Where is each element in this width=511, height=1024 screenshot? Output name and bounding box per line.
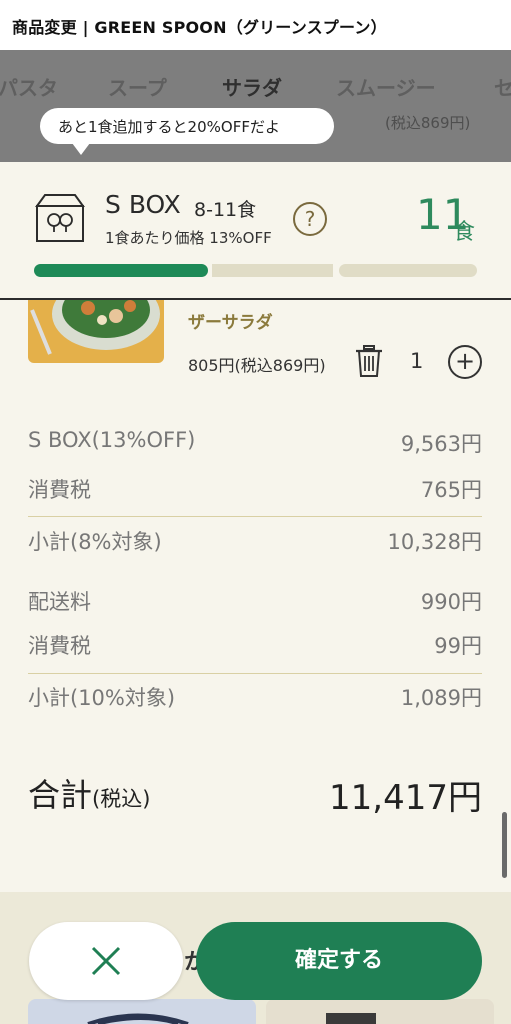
cart-item: ザーサラダ 805円(税込869円) 1 +: [0, 300, 511, 390]
summary-value: 9,563円: [400, 432, 482, 456]
tab-smoothie[interactable]: スムージー: [336, 72, 436, 101]
confirm-button[interactable]: 確定する: [196, 922, 482, 1000]
help-icon[interactable]: ?: [293, 202, 327, 236]
total-label: 合計(税込): [28, 770, 150, 816]
salad-image: [28, 300, 164, 363]
plus-button[interactable]: +: [448, 345, 482, 379]
summary-label: S BOX(13%OFF): [28, 428, 196, 452]
peek-price: (税込869円): [385, 114, 471, 132]
tab-set[interactable]: セ: [494, 72, 511, 101]
tooltip-tail: [72, 143, 90, 155]
summary-row: 小計(10%対象) 1,089円: [28, 682, 482, 716]
summary-row: 消費税 765円: [28, 474, 482, 508]
item-price: 805円(税込869円): [188, 356, 326, 375]
product-card-peek: [28, 999, 256, 1024]
summary-row: 配送料 990円: [28, 586, 482, 620]
total-value: 11,417円: [329, 778, 482, 818]
box-discount: 1食あたり価格 13%OFF: [105, 229, 272, 247]
item-name: ザーサラダ: [188, 313, 273, 333]
box-name: S BOX: [105, 190, 181, 219]
tab-salad[interactable]: サラダ: [222, 72, 282, 101]
summary-value: 1,089円: [400, 686, 482, 710]
summary-label: 配送料: [28, 590, 91, 614]
summary-value: 990円: [420, 590, 482, 614]
divider: [28, 516, 482, 517]
tab-soup[interactable]: スープ: [108, 72, 167, 101]
summary-value: 765円: [420, 478, 482, 502]
scrollbar[interactable]: [502, 812, 507, 878]
summary-row: S BOX(13%OFF) 9,563円: [28, 428, 482, 462]
discount-tooltip: あと1食追加すると20%OFFだよ: [40, 108, 334, 144]
tab-pasta[interactable]: パスタ: [0, 72, 58, 101]
summary-value: 99円: [434, 634, 482, 658]
item-quantity: 1: [410, 349, 424, 373]
page-title: 商品変更 | GREEN SPOON（グリーンスプーン）: [0, 0, 511, 50]
trash-icon[interactable]: [354, 344, 384, 378]
grand-total: 合計(税込) 11,417円: [28, 770, 482, 820]
summary-value: 10,328円: [387, 530, 482, 554]
meal-count-unit: 食: [453, 220, 476, 245]
summary-label: 消費税: [28, 478, 91, 502]
summary-label: 消費税: [28, 634, 91, 658]
summary-label: 小計(10%対象): [28, 686, 176, 710]
progress-segment-empty: [339, 264, 477, 277]
close-button[interactable]: [29, 922, 183, 1000]
progress-segment-empty: [212, 264, 333, 277]
summary-row: 消費税 99円: [28, 630, 482, 664]
box-icon: [35, 194, 85, 242]
summary-label: 小計(8%対象): [28, 530, 162, 554]
box-summary-panel: S BOX 8-11食 1食あたり価格 13%OFF ? 11 食: [0, 162, 511, 300]
product-card-peek: [266, 999, 494, 1024]
progress-segment-filled: [34, 264, 208, 277]
total-label-sub: (税込): [92, 787, 151, 811]
total-label-text: 合計: [28, 776, 93, 814]
close-icon: [91, 946, 121, 976]
box-range: 8-11食: [194, 199, 257, 221]
divider: [28, 673, 482, 674]
summary-row: 小計(8%対象) 10,328円: [28, 526, 482, 560]
